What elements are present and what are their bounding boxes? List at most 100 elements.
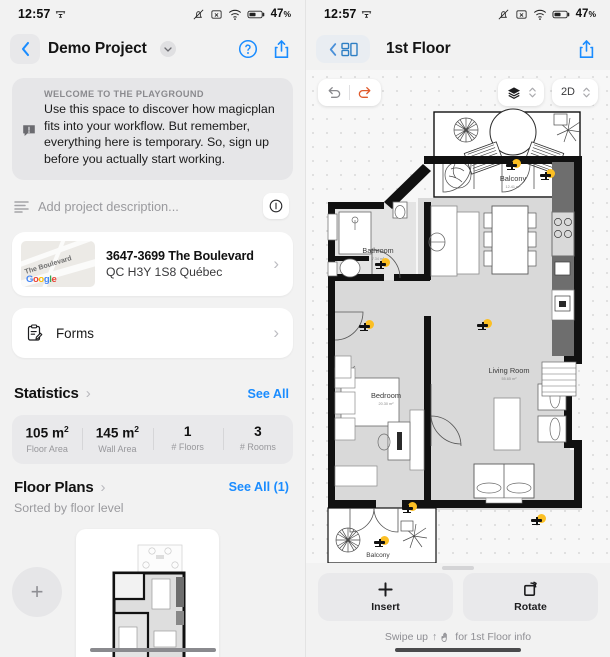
stat-wall-area: 145 m2 Wall Area [82, 424, 152, 454]
screenshot-icon [515, 8, 528, 21]
floorplan-canvas[interactable]: Balcony 12.41 m² Bathroom 7.34 m² Living… [306, 70, 610, 563]
swipe-hint-suffix: for 1st Floor info [455, 631, 532, 643]
project-description-row[interactable]: Add project description... [12, 180, 293, 232]
project-panel: 12:57 47% Demo Project WELCOME TO THE PL… [0, 0, 305, 657]
rotate-button[interactable]: Rotate [463, 573, 598, 621]
bell-mute-icon [192, 8, 205, 21]
undo-icon [328, 86, 341, 98]
view-mode-selector[interactable]: 2D [551, 78, 598, 106]
floor-plan-thumbnail[interactable] [76, 528, 219, 657]
redo-icon [358, 86, 371, 98]
floorplan-drawing: Balcony 12.41 m² Bathroom 7.34 m² Living… [327, 108, 582, 563]
statistics-title: Statistics [14, 385, 79, 402]
room-label-balcony-2: Balcony [366, 552, 390, 559]
room-label-bedroom: Bedroom [371, 391, 401, 400]
battery-percent: 47% [270, 8, 291, 20]
stat-floor-area: 105 m2 Floor Area [12, 424, 82, 454]
undo-button[interactable] [318, 86, 349, 99]
stat-floors: 1 # Floors [152, 424, 223, 454]
statistics-see-all-link[interactable]: See All [247, 387, 289, 401]
floor-title: 1st Floor [386, 40, 451, 57]
rotate-icon [523, 581, 537, 596]
camera-marker[interactable] [539, 169, 555, 181]
page-title: Demo Project [48, 40, 147, 57]
floor-plans-subtitle: Sorted by floor level [14, 500, 124, 515]
floor-plans-header: Floor Plans › See All (1) [12, 464, 293, 500]
camera-marker[interactable] [505, 159, 521, 171]
room-area-bedroom: 20.30 m² [379, 402, 395, 406]
google-logo: Google [26, 274, 57, 285]
layers-selector[interactable] [497, 78, 544, 106]
plus-icon [378, 582, 393, 597]
clipboard-icon [26, 324, 43, 342]
stat-label: Floor Area [26, 443, 68, 454]
sheet-grabber[interactable] [442, 566, 474, 570]
help-circle-icon[interactable] [238, 39, 258, 59]
stat-value: 3 [254, 424, 262, 439]
stat-label: # Rooms [239, 442, 276, 452]
back-to-plans-button[interactable] [316, 35, 370, 63]
stat-label: # Floors [171, 442, 204, 452]
room-area-living-room: 55.65 m² [502, 377, 518, 381]
add-floor-plan-button[interactable]: + [12, 566, 62, 617]
stat-value: 145 m [95, 425, 135, 441]
screenshot-icon [210, 8, 223, 21]
swipe-hint: Swipe up ↑ for 1st Floor info [318, 631, 598, 643]
address-line1: 3647-3699 The Boulevard [106, 249, 254, 263]
battery-icon [247, 9, 266, 20]
camera-marker[interactable] [401, 502, 417, 514]
stat-value: 105 m [25, 425, 65, 441]
back-button[interactable] [10, 34, 40, 64]
floor-plans-title: Floor Plans [14, 478, 94, 496]
floor-plans-list: + [12, 515, 293, 657]
chevron-right-icon[interactable]: › [100, 479, 105, 496]
floorplan-panel: 12:57 47% 1st Floor Balcony 12.41 m² Bat… [305, 0, 610, 657]
canvas-toolbar: 2D [306, 78, 610, 106]
hand-swipe-icon [441, 632, 448, 642]
swipe-arrow-icon: ↑ [432, 631, 438, 643]
chevron-down-icon[interactable] [159, 41, 176, 57]
insert-button[interactable]: Insert [318, 573, 453, 621]
camera-marker[interactable] [374, 258, 390, 270]
camera-marker[interactable] [530, 514, 546, 526]
forms-card[interactable]: Forms › [12, 308, 293, 358]
chevron-right-icon[interactable]: › [86, 385, 91, 402]
wifi-icon [533, 8, 547, 21]
bell-mute-icon [497, 8, 510, 21]
floor-plan-mini-svg [112, 544, 186, 657]
chevron-left-icon [21, 41, 29, 57]
home-indicator-left [89, 648, 216, 652]
status-bar-right: 12:57 47% [306, 0, 610, 28]
share-icon[interactable] [272, 39, 291, 60]
room-label-bathroom: Bathroom [362, 246, 393, 255]
battery-percent: 47% [575, 8, 596, 20]
camera-marker[interactable] [476, 319, 492, 331]
view-mode-label: 2D [560, 86, 575, 98]
app-root: 12:57 47% Demo Project WELCOME TO THE PL… [0, 0, 610, 657]
insert-label: Insert [371, 601, 400, 613]
status-time: 12:57 [18, 7, 51, 21]
stat-unit-sup: 2 [134, 424, 140, 434]
info-circle-icon[interactable] [263, 193, 289, 219]
chevron-left-icon [329, 42, 337, 56]
undo-redo-group [318, 78, 381, 106]
status-time: 12:57 [324, 7, 357, 21]
layers-icon [507, 86, 520, 99]
camera-marker[interactable] [358, 320, 374, 332]
welcome-card: WELCOME TO THE PLAYGROUND Use this space… [12, 78, 293, 180]
address-card[interactable]: The Boulevard Google 3647-3699 The Boule… [12, 232, 293, 296]
project-description-input[interactable]: Add project description... [38, 199, 254, 214]
camera-marker[interactable] [373, 536, 389, 548]
floor-plans-see-all-link[interactable]: See All (1) [229, 480, 289, 494]
project-navbar: Demo Project [0, 28, 305, 70]
status-bar-left: 12:57 47% [0, 0, 305, 28]
map-thumbnail: The Boulevard Google [21, 241, 95, 287]
stat-value: 1 [183, 424, 192, 439]
forms-label: Forms [56, 325, 94, 341]
chevron-updown-icon [583, 87, 590, 97]
share-icon[interactable] [577, 39, 596, 60]
redo-button[interactable] [350, 86, 381, 99]
statistics-card: 105 m2 Floor Area 145 m2 Wall Area 1 # F… [12, 415, 293, 464]
welcome-title: WELCOME TO THE PLAYGROUND [44, 89, 204, 99]
statistics-header: Statistics › See All [12, 370, 293, 406]
